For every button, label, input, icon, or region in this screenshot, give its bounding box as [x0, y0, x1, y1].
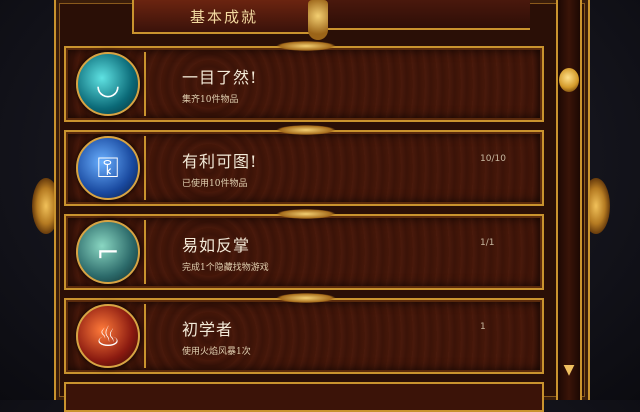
- header-bar: [312, 0, 530, 30]
- achievement-progress: 1/1: [480, 238, 495, 248]
- achievement-progress: 1: [480, 322, 486, 332]
- achievement-list: ◡ 一目了然! 集齐10件物品 ⚿ 有利可图! 已使用10件物品 10/10 ⌐…: [64, 41, 544, 382]
- achievement-progress: 10/10: [480, 154, 506, 164]
- achievement-title: 易如反掌: [182, 236, 251, 255]
- fire-figure-icon: ♨: [76, 304, 140, 368]
- achievement-row[interactable]: ♨ 初学者 使用火焰风暴1次 1: [64, 293, 544, 374]
- achievement-icon-frame: ⌐: [72, 220, 146, 284]
- achievement-row-partial[interactable]: [64, 382, 544, 412]
- header-tab[interactable]: 基本成就: [132, 0, 316, 34]
- achievement-desc: 集齐10件物品: [182, 95, 239, 105]
- pipe-icon: ⌐: [76, 220, 140, 284]
- achievement-row[interactable]: ◡ 一目了然! 集齐10件物品: [64, 41, 544, 122]
- scroll-down-arrow-icon[interactable]: ▼: [561, 362, 577, 378]
- achievement-title: 初学者: [182, 320, 234, 339]
- header-ornament: [308, 0, 328, 40]
- achievement-icon-frame: ⚿: [72, 136, 146, 200]
- scrollbar[interactable]: ▼: [556, 0, 582, 400]
- achievement-title: 有利可图!: [182, 152, 258, 171]
- achievement-row[interactable]: ⚿ 有利可图! 已使用10件物品 10/10: [64, 125, 544, 206]
- achievement-desc: 使用火焰风暴1次: [182, 347, 251, 357]
- achievement-row[interactable]: ⌐ 易如反掌 完成1个隐藏找物游戏 1/1: [64, 209, 544, 290]
- page-title: 基本成就: [189, 7, 258, 26]
- key-icon: ⚿: [76, 136, 140, 200]
- scroll-thumb[interactable]: [559, 68, 579, 92]
- achievement-icon-frame: ♨: [72, 304, 146, 368]
- achievement-icon-frame: ◡: [72, 52, 146, 116]
- achievement-desc: 完成1个隐藏找物游戏: [182, 263, 269, 273]
- achievement-desc: 已使用10件物品: [182, 179, 248, 189]
- teal-bowl-icon: ◡: [76, 52, 140, 116]
- achievement-title: 一目了然!: [182, 68, 258, 87]
